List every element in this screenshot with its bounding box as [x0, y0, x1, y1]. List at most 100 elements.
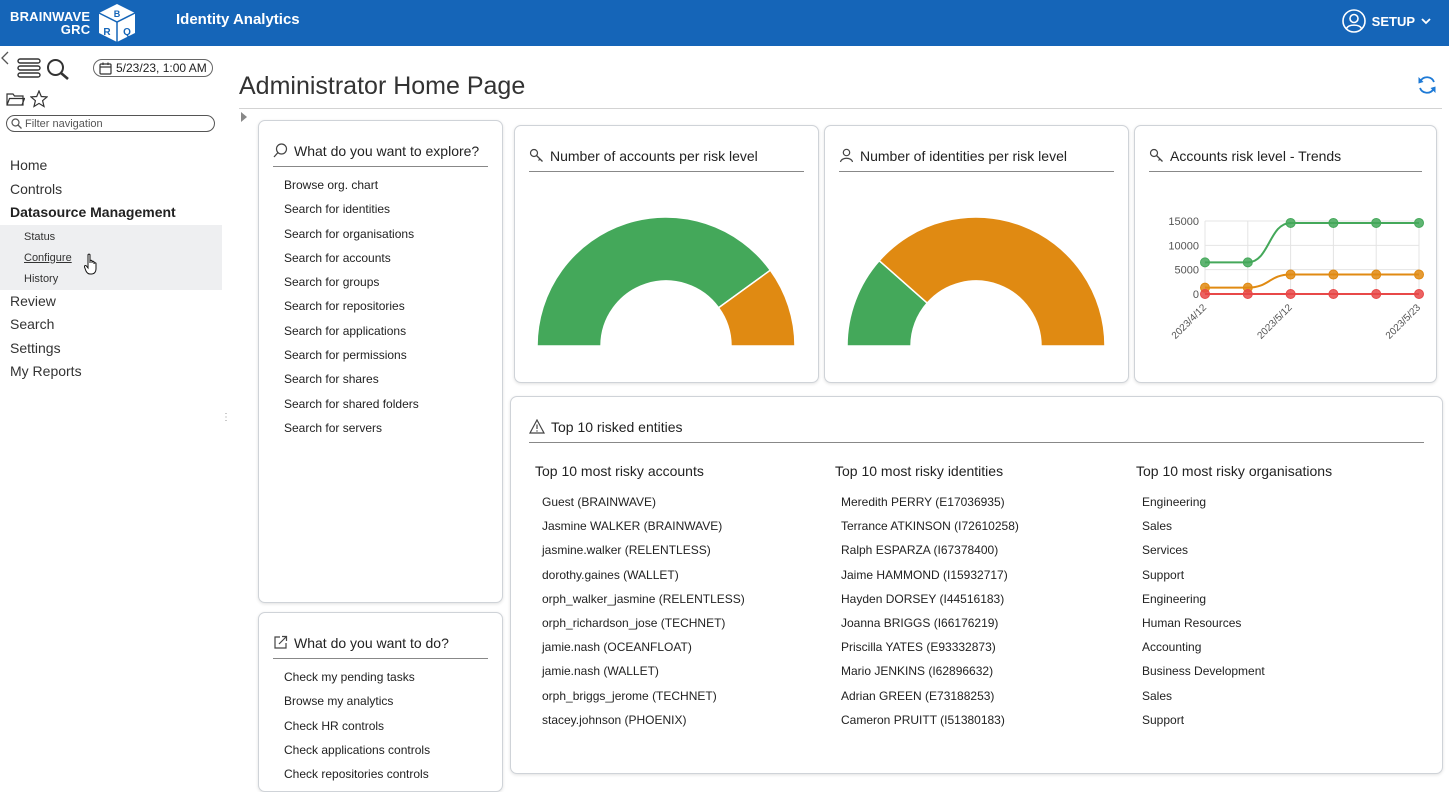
todo-link[interactable]: Check repositories controls — [284, 762, 430, 786]
risky-identity-link[interactable]: Joanna BRIGGS (I66176219) — [841, 611, 1019, 635]
filter-navigation-field[interactable] — [6, 115, 215, 132]
explore-link[interactable]: Browse org. chart — [284, 173, 419, 197]
risky-identity-link[interactable]: Jaime HAMMOND (I15932717) — [841, 563, 1019, 587]
explore-link[interactable]: Search for organisations — [284, 222, 419, 246]
sidebar-item-search[interactable]: Search — [0, 313, 222, 337]
collapse-sidebar-icon[interactable] — [0, 50, 10, 66]
data-point[interactable] — [1371, 289, 1382, 299]
sidebar-item-home[interactable]: Home — [0, 154, 222, 178]
folder-icon[interactable] — [6, 92, 25, 107]
risky-account-link[interactable]: jamie.nash (OCEANFLOAT) — [542, 635, 745, 659]
risky-identity-link[interactable]: Ralph ESPARZA (I67378400) — [841, 538, 1019, 562]
filter-navigation-input[interactable] — [25, 117, 205, 130]
risky-account-link[interactable]: stacey.johnson (PHOENIX) — [542, 708, 745, 732]
data-point[interactable] — [1285, 217, 1296, 228]
todo-link[interactable]: Check applications controls — [284, 738, 430, 762]
explore-card-header: What do you want to explore? — [273, 135, 488, 167]
todo-link[interactable]: Check HR controls — [284, 714, 430, 738]
sidebar-item-datasource-management[interactable]: Datasource Management — [0, 201, 222, 225]
risky-account-link[interactable]: orph_richardson_jose (TECHNET) — [542, 611, 745, 635]
todo-link[interactable]: Check my pending tasks — [284, 665, 430, 689]
top-accounts-title: Top 10 most risky accounts — [535, 463, 704, 479]
data-point[interactable] — [1414, 289, 1424, 299]
risky-account-link[interactable]: jasmine.walker (RELENTLESS) — [542, 538, 745, 562]
risky-identity-link[interactable]: Mario JENKINS (I62896632) — [841, 659, 1019, 683]
risky-account-link[interactable]: orph_briggs_jerome (TECHNET) — [542, 684, 745, 708]
accounts-risk-chart — [536, 216, 796, 347]
explore-link[interactable]: Search for groups — [284, 270, 419, 294]
date-selector[interactable]: 5/23/23, 1:00 AM — [93, 59, 213, 77]
refresh-icon[interactable] — [1416, 74, 1438, 96]
risky-account-link[interactable]: orph_walker_jasmine (RELENTLESS) — [542, 587, 745, 611]
data-point[interactable] — [1328, 289, 1339, 299]
sidebar-item-settings[interactable]: Settings — [0, 337, 222, 361]
x-tick-label: 2023/5/12 — [1255, 302, 1295, 342]
setup-menu-button[interactable]: SETUP — [1341, 9, 1431, 33]
data-point[interactable] — [1414, 217, 1424, 228]
search-icon — [273, 143, 288, 158]
risky-identity-link[interactable]: Priscilla YATES (E93332873) — [841, 635, 1019, 659]
expand-panel-icon[interactable] — [240, 111, 248, 123]
risky-identity-link[interactable]: Meredith PERRY (E17036935) — [841, 490, 1019, 514]
app-title: Identity Analytics — [176, 11, 300, 28]
explore-link[interactable]: Search for servers — [284, 416, 419, 440]
risky-identity-link[interactable]: Hayden DORSEY (I44516183) — [841, 587, 1019, 611]
data-point[interactable] — [1414, 269, 1424, 280]
risky-org-link[interactable]: Sales — [1142, 684, 1265, 708]
data-point[interactable] — [1200, 257, 1210, 268]
explore-link[interactable]: Search for permissions — [284, 343, 419, 367]
risky-account-link[interactable]: Guest (BRAINWAVE) — [542, 490, 745, 514]
explore-link[interactable]: Search for shared folders — [284, 392, 419, 416]
sidebar-subitem-configure[interactable]: Configure — [0, 248, 222, 269]
risky-org-link[interactable]: Human Resources — [1142, 611, 1265, 635]
risky-org-link[interactable]: Engineering — [1142, 587, 1265, 611]
data-point[interactable] — [1242, 289, 1253, 299]
explore-link[interactable]: Search for shares — [284, 367, 419, 391]
todo-card: What do you want to do? Check my pending… — [258, 612, 503, 792]
setup-label: SETUP — [1371, 13, 1415, 29]
risky-identity-link[interactable]: Adrian GREEN (E73188253) — [841, 684, 1019, 708]
menu-icon[interactable] — [17, 58, 41, 78]
risky-org-link[interactable]: Business Development — [1142, 659, 1265, 683]
top-accounts-list: Guest (BRAINWAVE) Jasmine WALKER (BRAINW… — [542, 490, 745, 732]
risky-org-link[interactable]: Accounting — [1142, 635, 1265, 659]
chevron-down-icon — [1421, 18, 1431, 25]
sidebar-item-review[interactable]: Review — [0, 290, 222, 314]
explore-link[interactable]: Search for identities — [284, 197, 419, 221]
external-link-icon — [274, 635, 288, 649]
todo-link[interactable]: Browse my analytics — [284, 689, 430, 713]
explore-link[interactable]: Search for accounts — [284, 246, 419, 270]
risky-identity-link[interactable]: Cameron PRUITT (I51380183) — [841, 708, 1019, 732]
risky-account-link[interactable]: dorothy.gaines (WALLET) — [542, 563, 745, 587]
risky-org-link[interactable]: Support — [1142, 563, 1265, 587]
data-point[interactable] — [1328, 217, 1339, 228]
risky-org-link[interactable]: Services — [1142, 538, 1265, 562]
risky-account-link[interactable]: Jasmine WALKER (BRAINWAVE) — [542, 514, 745, 538]
explore-card: What do you want to explore? Browse org.… — [258, 120, 503, 603]
risky-identity-link[interactable]: Terrance ATKINSON (I72610258) — [841, 514, 1019, 538]
trends-chart: 0 5000 10000 15000 2023/4/12 2023/5/12 2023/5/… — [1168, 216, 1424, 342]
data-point[interactable] — [1371, 269, 1382, 280]
risky-org-link[interactable]: Support — [1142, 708, 1265, 732]
data-point[interactable] — [1285, 269, 1296, 280]
sidebar-subitem-status[interactable]: Status — [0, 227, 222, 248]
sidebar-item-controls[interactable]: Controls — [0, 178, 222, 202]
explore-card-title: What do you want to explore? — [294, 142, 480, 159]
data-point[interactable] — [1371, 217, 1382, 228]
risky-org-link[interactable]: Engineering — [1142, 490, 1265, 514]
sidebar: 5/23/23, 1:00 AM Home Controls Datasourc… — [0, 46, 231, 781]
data-point[interactable] — [1285, 289, 1296, 299]
sidebar-subitem-history[interactable]: History — [0, 269, 222, 290]
data-point[interactable] — [1328, 269, 1339, 280]
explore-link[interactable]: Search for repositories — [284, 294, 419, 318]
data-point[interactable] — [1200, 289, 1210, 299]
brand-logo[interactable]: BRAINWAVE GRC — [10, 10, 90, 36]
data-point[interactable] — [1242, 257, 1253, 268]
x-tick-label: 2023/5/23 — [1384, 302, 1424, 342]
risky-account-link[interactable]: jamie.nash (WALLET) — [542, 659, 745, 683]
risky-org-link[interactable]: Sales — [1142, 514, 1265, 538]
explore-link[interactable]: Search for applications — [284, 319, 419, 343]
search-icon[interactable] — [46, 58, 70, 80]
star-icon[interactable] — [30, 90, 48, 108]
sidebar-item-my-reports[interactable]: My Reports — [0, 360, 222, 384]
